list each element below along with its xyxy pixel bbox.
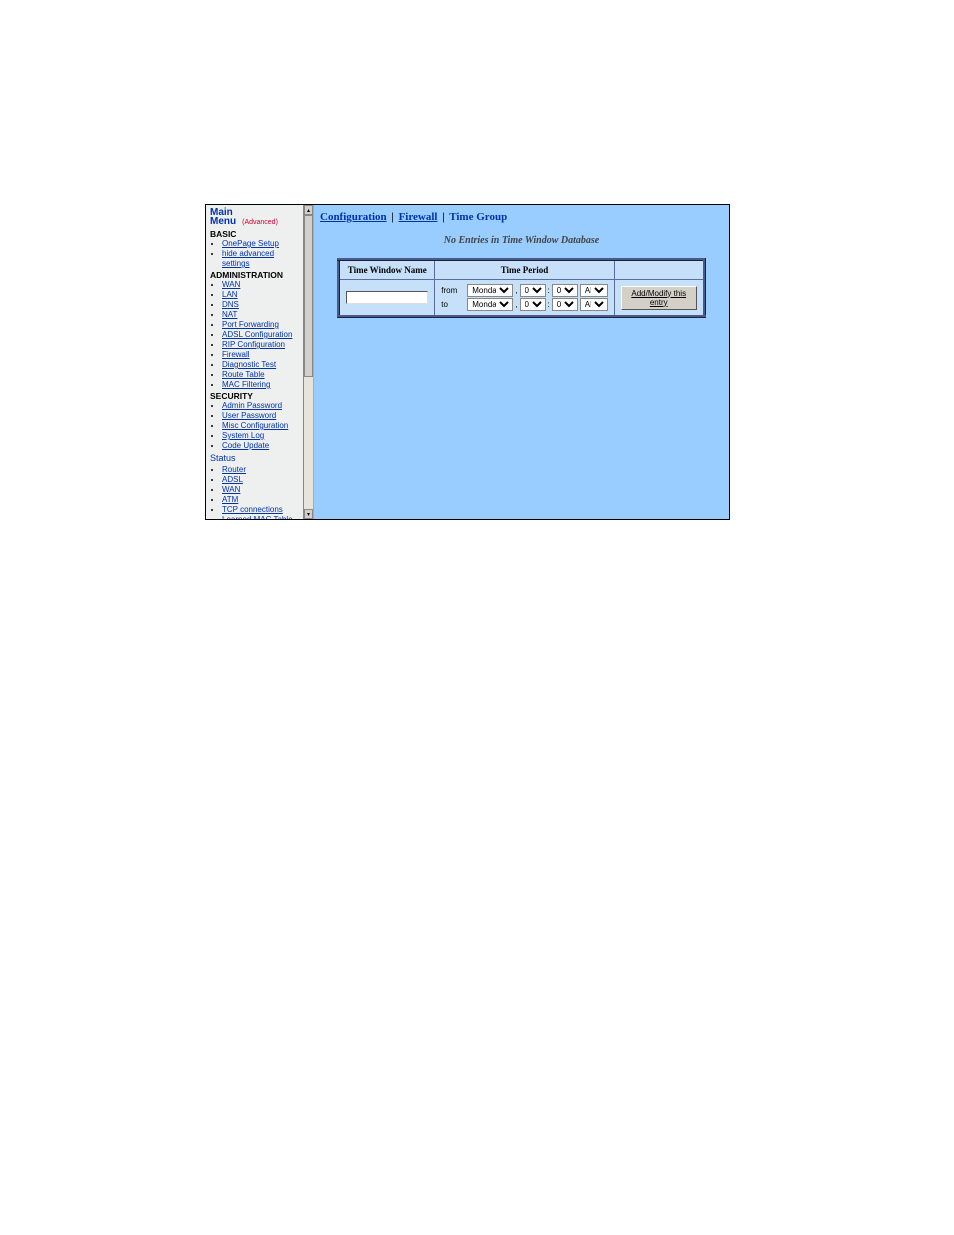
db-status-message: No Entries in Time Window Database [320, 235, 723, 246]
router-admin-window: Main Menu(Advanced) BASIC OnePage Setup … [205, 204, 730, 520]
to-min-select[interactable]: 00 [552, 298, 578, 311]
sidebar-item-router-status[interactable]: Router [222, 465, 246, 474]
sidebar-item-lan[interactable]: LAN [222, 290, 238, 299]
section-head-status: Status [210, 454, 299, 463]
sidebar-item-firewall[interactable]: Firewall [222, 350, 250, 359]
breadcrumb-sep: | [442, 211, 444, 223]
from-day-select[interactable]: Monday [467, 284, 513, 297]
sidebar-item-tcp-conn[interactable]: TCP connections [222, 505, 283, 514]
sidebar-item-learned-mac[interactable]: Learned MAC Table [222, 515, 293, 519]
th-action [614, 260, 704, 280]
sidebar: Main Menu(Advanced) BASIC OnePage Setup … [206, 205, 303, 519]
sidebar-item-code-update[interactable]: Code Update [222, 441, 269, 450]
sidebar-item-dns[interactable]: DNS [222, 300, 239, 309]
sidebar-item-misc-config[interactable]: Misc Configuration [222, 421, 288, 430]
sidebar-item-route-table[interactable]: Route Table [222, 370, 265, 379]
time-window-table: Time Window Name Time Period from Monday… [337, 258, 705, 318]
to-day-select[interactable]: Monday [467, 298, 513, 311]
th-time-window-name: Time Window Name [339, 260, 435, 280]
scroll-down-icon[interactable]: ▾ [304, 509, 313, 519]
content-panel: Configuration | Firewall | Time Group No… [314, 205, 729, 519]
sidebar-scrollbar[interactable]: ▴ ▾ [303, 205, 313, 519]
breadcrumb-time-group: Time Group [449, 211, 507, 223]
section-head-admin: ADMINISTRATION [210, 271, 299, 280]
sidebar-item-mac-filtering[interactable]: MAC Filtering [222, 380, 270, 389]
sidebar-item-user-password[interactable]: User Password [222, 411, 276, 420]
sidebar-item-admin-password[interactable]: Admin Password [222, 401, 282, 410]
from-row: from Monday , 01 : 00 AM [441, 284, 607, 297]
to-label: to [441, 300, 465, 309]
from-label: from [441, 286, 465, 295]
from-hour-select[interactable]: 01 [520, 284, 546, 297]
to-row: to Monday , 01 : 00 AM [441, 298, 607, 311]
sidebar-item-wan[interactable]: WAN [222, 280, 240, 289]
sidebar-item-hide-advanced[interactable]: hide advanced settings [222, 249, 274, 268]
from-ampm-select[interactable]: AM [580, 284, 608, 297]
add-modify-button[interactable]: Add/Modify this entry [621, 286, 697, 310]
sidebar-column: Main Menu(Advanced) BASIC OnePage Setup … [206, 205, 314, 519]
section-head-basic: BASIC [210, 230, 299, 239]
to-hour-select[interactable]: 01 [520, 298, 546, 311]
sidebar-item-port-forwarding[interactable]: Port Forwarding [222, 320, 279, 329]
from-min-select[interactable]: 00 [552, 284, 578, 297]
sidebar-item-adsl-config[interactable]: ADSL Configuration [222, 330, 292, 339]
breadcrumb-sep: | [391, 211, 393, 223]
scroll-track[interactable] [304, 215, 313, 509]
main-menu-title: Main Menu(Advanced) [210, 208, 299, 227]
to-ampm-select[interactable]: AM [580, 298, 608, 311]
sidebar-item-atm-status[interactable]: ATM [222, 495, 238, 504]
sidebar-item-onepage-setup[interactable]: OnePage Setup [222, 239, 279, 248]
sidebar-item-nat[interactable]: NAT [222, 310, 237, 319]
menu-mode: (Advanced) [242, 219, 278, 226]
scroll-thumb[interactable] [304, 215, 313, 377]
breadcrumb-firewall[interactable]: Firewall [399, 211, 438, 223]
section-head-security: SECURITY [210, 392, 299, 401]
breadcrumb-configuration[interactable]: Configuration [320, 211, 387, 223]
table-row: from Monday , 01 : 00 AM to Monday , [339, 280, 704, 317]
sidebar-item-system-log[interactable]: System Log [222, 431, 264, 440]
th-time-period: Time Period [435, 260, 614, 280]
time-window-name-input[interactable] [346, 291, 428, 304]
sidebar-item-rip-config[interactable]: RIP Configuration [222, 340, 285, 349]
sidebar-item-wan-status[interactable]: WAN [222, 485, 240, 494]
scroll-up-icon[interactable]: ▴ [304, 205, 313, 215]
sidebar-item-adsl-status[interactable]: ADSL [222, 475, 243, 484]
breadcrumb: Configuration | Firewall | Time Group [320, 211, 723, 223]
sidebar-item-diagnostic[interactable]: Diagnostic Test [222, 360, 276, 369]
